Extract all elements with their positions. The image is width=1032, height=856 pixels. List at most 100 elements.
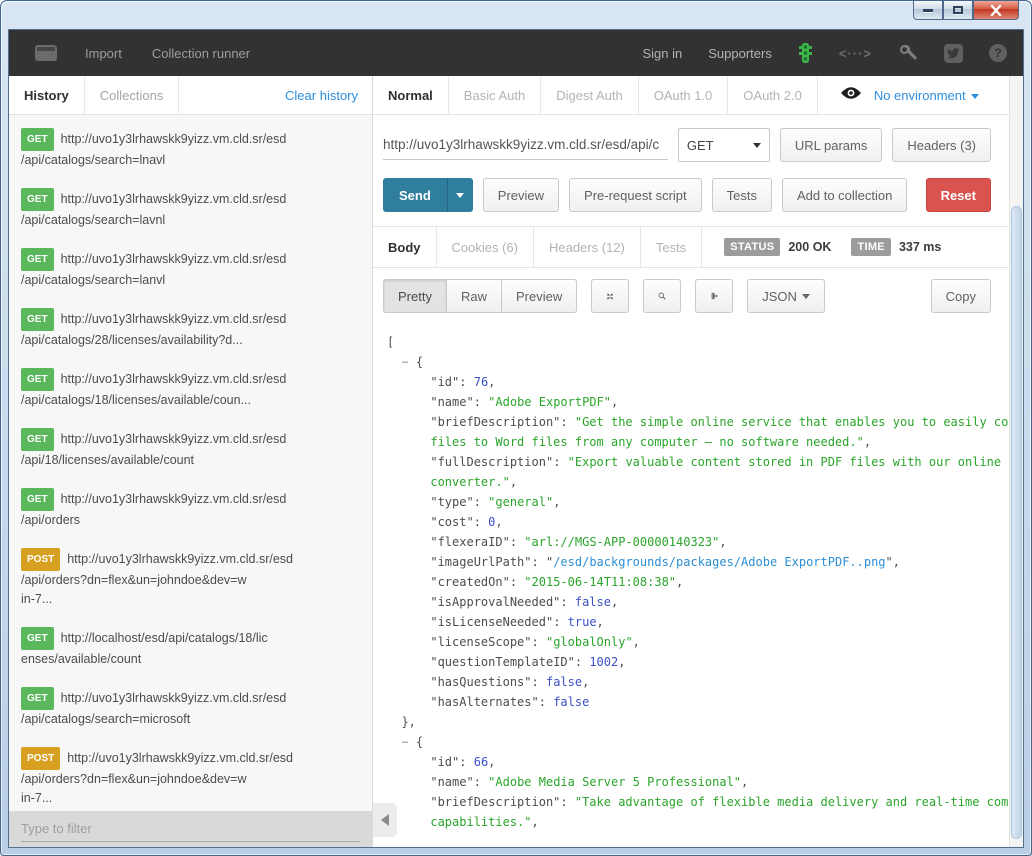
- preview-button[interactable]: Preview: [483, 178, 559, 212]
- tab-collections[interactable]: Collections: [85, 76, 180, 114]
- history-item[interactable]: POSThttp://uvo1y3lrhawskk9yizz.vm.cld.sr…: [9, 539, 372, 618]
- filter-input[interactable]: [21, 816, 360, 842]
- maximize-icon: [953, 6, 963, 14]
- code-line: [: [387, 332, 1005, 352]
- supporters-button[interactable]: Supporters: [708, 46, 772, 61]
- code-line: "isLicenseNeeded": true,: [387, 612, 1005, 632]
- import-button[interactable]: Import: [85, 46, 122, 61]
- history-item[interactable]: GEThttp://uvo1y3lrhawskk9yizz.vm.cld.sr/…: [9, 179, 372, 239]
- response-code[interactable]: [ − { "id": 76, "name": "Adobe ExportPDF…: [373, 324, 1009, 847]
- maximize-button[interactable]: [943, 1, 973, 20]
- url-row: GET URL params Headers (3): [373, 115, 1009, 172]
- history-url: http://uvo1y3lrhawskk9yizz.vm.cld.sr/esd…: [21, 552, 293, 606]
- minimize-button[interactable]: [913, 1, 943, 20]
- code-brackets-icon[interactable]: <···>: [839, 46, 872, 61]
- close-button[interactable]: [973, 1, 1019, 20]
- history-item[interactable]: GEThttp://uvo1y3lrhawskk9yizz.vm.cld.sr/…: [9, 239, 372, 299]
- prerequest-script-button[interactable]: Pre-request script: [569, 178, 702, 212]
- code-line: converter.",: [387, 472, 1005, 492]
- code-line: "id": 66,: [387, 752, 1005, 772]
- format-select[interactable]: JSON: [747, 279, 825, 313]
- main-panel: Normal Basic Auth Digest Auth OAuth 1.0 …: [373, 76, 1009, 847]
- history-item[interactable]: POSThttp://uvo1y3lrhawskk9yizz.vm.cld.sr…: [9, 738, 372, 811]
- url-params-button[interactable]: URL params: [780, 128, 882, 162]
- tests-button[interactable]: Tests: [712, 178, 772, 212]
- search-button[interactable]: [643, 279, 681, 313]
- format-button[interactable]: [695, 279, 733, 313]
- traffic-light-icon[interactable]: [798, 42, 813, 64]
- code-line: "briefDescription": "Get the simple onli…: [387, 412, 1005, 432]
- history-url: http://uvo1y3lrhawskk9yizz.vm.cld.sr/esd…: [21, 691, 286, 726]
- auth-tabs: Normal Basic Auth Digest Auth OAuth 1.0 …: [373, 76, 1009, 115]
- code-line: "isApprovalNeeded": false,: [387, 592, 1005, 612]
- code-line: "hasQuestions": false,: [387, 672, 1005, 692]
- top-toolbar: Import Collection runner Sign in Support…: [9, 30, 1023, 76]
- tab-history[interactable]: History: [9, 76, 85, 114]
- chevron-down-icon: [802, 294, 810, 299]
- sidebar-toggle-icon[interactable]: [35, 45, 57, 61]
- history-item[interactable]: GEThttp://localhost/esd/api/catalogs/18/…: [9, 618, 372, 678]
- sidebar-tabs: History Collections Clear history: [9, 76, 372, 115]
- tab-oauth1[interactable]: OAuth 1.0: [639, 76, 729, 114]
- code-line: "fullDescription": "Export valuable cont…: [387, 452, 1005, 472]
- status-badge: STATUS: [724, 238, 780, 256]
- collapse-sidebar-button[interactable]: [373, 803, 397, 837]
- tab-digest-auth[interactable]: Digest Auth: [541, 76, 639, 114]
- environment-selector[interactable]: No environment: [874, 88, 979, 103]
- view-controls: Pretty Raw Preview: [373, 268, 1009, 324]
- method-badge: GET: [21, 368, 54, 391]
- code-line: "licenseScope": "globalOnly",: [387, 632, 1005, 652]
- method-badge: GET: [21, 188, 54, 211]
- close-icon: [990, 5, 1002, 16]
- history-item[interactable]: GEThttp://uvo1y3lrhawskk9yizz.vm.cld.sr/…: [9, 299, 372, 359]
- tab-normal[interactable]: Normal: [373, 76, 449, 114]
- history-item[interactable]: GEThttp://uvo1y3lrhawskk9yizz.vm.cld.sr/…: [9, 419, 372, 479]
- help-icon[interactable]: ?: [989, 44, 1007, 62]
- vertical-scrollbar[interactable]: [1009, 76, 1023, 847]
- method-badge: GET: [21, 627, 54, 650]
- postman-app: Import Collection runner Sign in Support…: [8, 29, 1024, 848]
- send-options-button[interactable]: [447, 178, 473, 212]
- tab-headers[interactable]: Headers (12): [534, 227, 641, 267]
- code-line: − {: [387, 352, 1005, 372]
- chevron-down-icon: [971, 94, 979, 99]
- eye-icon[interactable]: [840, 86, 862, 105]
- history-item[interactable]: GEThttp://uvo1y3lrhawskk9yizz.vm.cld.sr/…: [9, 479, 372, 539]
- expand-button[interactable]: [591, 279, 629, 313]
- method-select[interactable]: GET: [678, 128, 770, 162]
- add-to-collection-button[interactable]: Add to collection: [782, 178, 907, 212]
- history-item[interactable]: GEThttp://uvo1y3lrhawskk9yizz.vm.cld.sr/…: [9, 678, 372, 738]
- twitter-icon[interactable]: [944, 44, 963, 63]
- code-line: "hasAlternates": false: [387, 692, 1005, 712]
- copy-button[interactable]: Copy: [931, 279, 991, 313]
- history-item[interactable]: GEThttp://uvo1y3lrhawskk9yizz.vm.cld.sr/…: [9, 359, 372, 419]
- code-line: − {: [387, 732, 1005, 752]
- method-badge: GET: [21, 687, 54, 710]
- sign-in-button[interactable]: Sign in: [642, 46, 682, 61]
- reset-button[interactable]: Reset: [926, 178, 991, 212]
- code-line: files to Word files from any computer — …: [387, 432, 1005, 452]
- code-line: "name": "Adobe Media Server 5 Profession…: [387, 772, 1005, 792]
- tab-body[interactable]: Body: [373, 227, 437, 267]
- send-row: Send Preview Pre-request script Tests Ad…: [373, 172, 1009, 227]
- collection-runner-button[interactable]: Collection runner: [152, 46, 250, 61]
- history-url: http://uvo1y3lrhawskk9yizz.vm.cld.sr/esd…: [21, 492, 286, 527]
- tab-oauth2[interactable]: OAuth 2.0: [728, 76, 818, 114]
- history-item[interactable]: GEThttp://uvo1y3lrhawskk9yizz.vm.cld.sr/…: [9, 119, 372, 179]
- method-badge: GET: [21, 308, 54, 331]
- url-input[interactable]: [383, 130, 668, 160]
- minimize-icon: [923, 9, 933, 12]
- tab-cookies[interactable]: Cookies (6): [437, 227, 534, 267]
- code-line: capabilities.",: [387, 812, 1005, 832]
- view-raw-button[interactable]: Raw: [446, 279, 501, 313]
- send-button[interactable]: Send: [383, 178, 447, 212]
- tab-response-tests[interactable]: Tests: [641, 227, 702, 267]
- view-pretty-button[interactable]: Pretty: [383, 279, 446, 313]
- headers-button[interactable]: Headers (3): [892, 128, 991, 162]
- history-url: http://uvo1y3lrhawskk9yizz.vm.cld.sr/esd…: [21, 432, 286, 467]
- scrollbar-thumb[interactable]: [1011, 206, 1022, 839]
- view-preview-button[interactable]: Preview: [501, 279, 577, 313]
- wrench-icon[interactable]: [898, 43, 918, 63]
- clear-history-link[interactable]: Clear history: [285, 88, 358, 103]
- tab-basic-auth[interactable]: Basic Auth: [449, 76, 541, 114]
